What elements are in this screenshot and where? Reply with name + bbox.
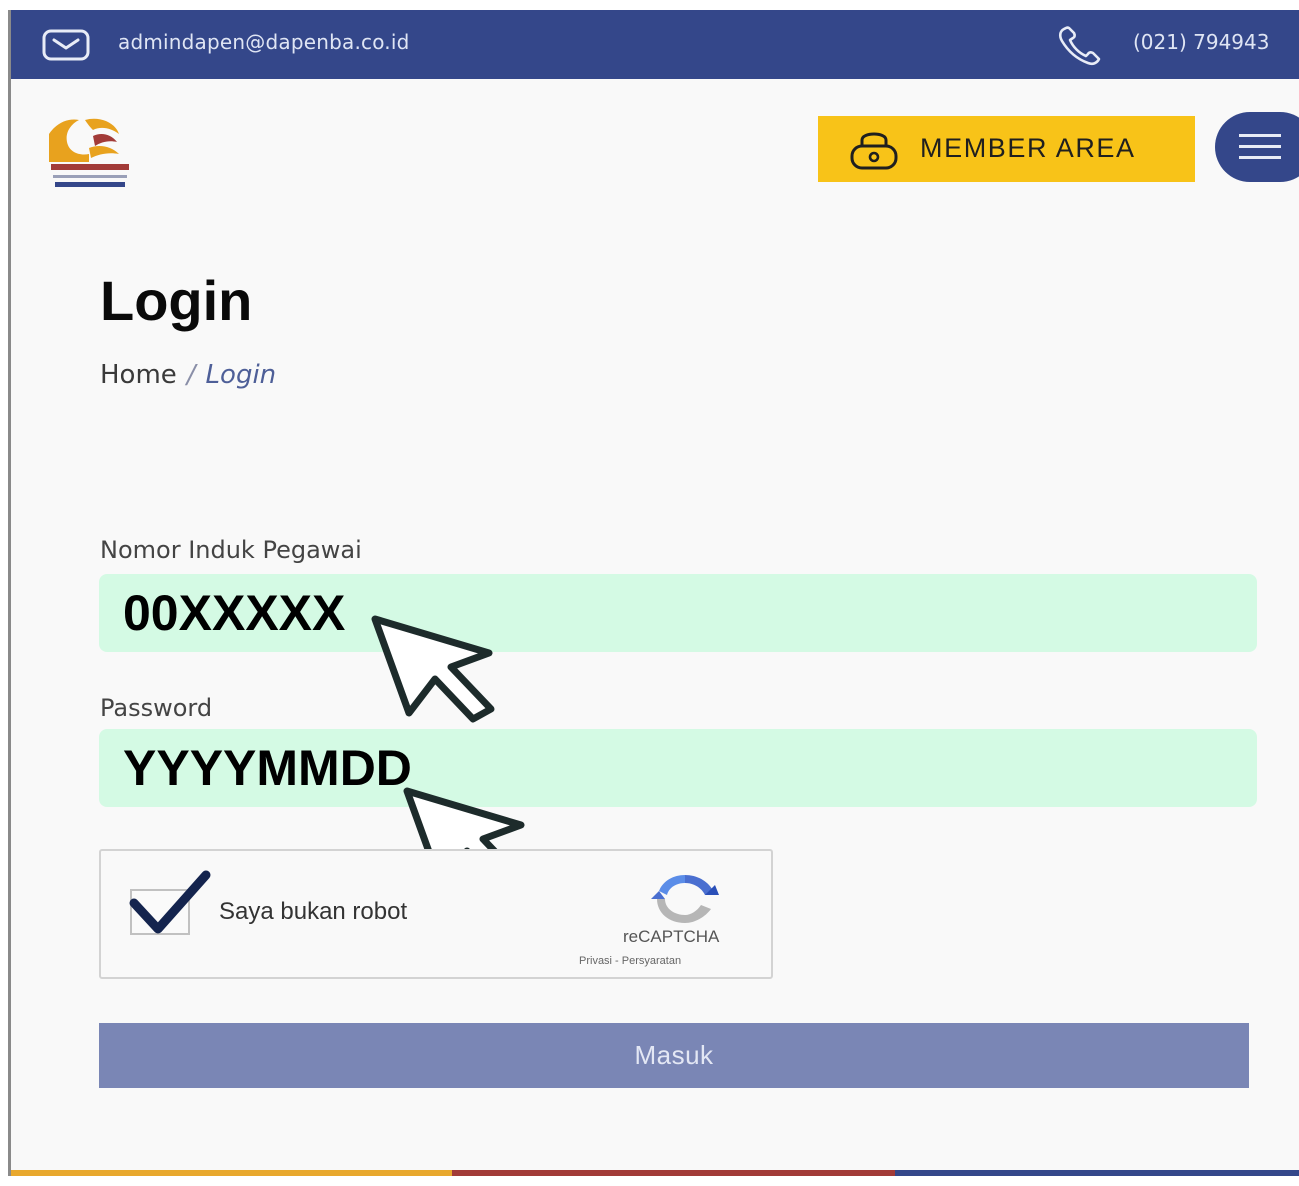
submit-button[interactable]: Masuk <box>99 1023 1249 1088</box>
checkmark-icon <box>129 870 211 934</box>
window-top-edge <box>0 0 1299 10</box>
footer-stripe-blue <box>895 1170 1299 1176</box>
nip-input-value: 00XXXXX <box>123 585 346 641</box>
contact-phone-link[interactable]: (021) 794943 <box>1133 30 1269 54</box>
recaptcha-brand: reCAPTCHA <box>623 927 720 946</box>
password-label: Password <box>100 694 213 722</box>
page-title: Login <box>100 269 253 332</box>
recaptcha-label: Saya bukan robot <box>219 898 408 925</box>
breadcrumb-home-link[interactable]: Home <box>100 360 177 390</box>
menu-button[interactable] <box>1215 112 1299 182</box>
password-input[interactable]: YYYYMMDD <box>99 729 1257 807</box>
lock-icon <box>850 132 898 170</box>
breadcrumb-separator: / <box>186 360 196 390</box>
breadcrumb: Home / Login <box>100 360 276 390</box>
contact-bar: admindapen@dapenba.co.id (021) 794943 <box>11 10 1299 79</box>
nip-label: Nomor Induk Pegawai <box>100 536 362 564</box>
breadcrumb-current: Login <box>205 360 277 390</box>
recaptcha-logo-icon <box>651 875 719 923</box>
footer-stripe-red <box>452 1170 895 1176</box>
hamburger-icon <box>1239 134 1281 159</box>
member-area-button[interactable]: MEMBER AREA <box>818 116 1195 182</box>
submit-label: Masuk <box>634 1040 714 1070</box>
dapenba-logo[interactable] <box>45 112 135 192</box>
recaptcha-privacy-links[interactable]: Privasi - Persyaratan <box>579 955 681 967</box>
footer-stripe-yellow <box>11 1170 452 1176</box>
mail-icon[interactable] <box>42 29 90 61</box>
member-area-label: MEMBER AREA <box>920 133 1136 163</box>
recaptcha-widget: Saya bukan robot reCAPTCHA Privasi - Per… <box>99 849 773 979</box>
password-input-value: YYYYMMDD <box>123 740 412 796</box>
phone-icon[interactable] <box>1055 24 1105 66</box>
login-page: admindapen@dapenba.co.id (021) 794943 ME… <box>11 10 1299 1176</box>
contact-email-link[interactable]: admindapen@dapenba.co.id <box>118 30 410 54</box>
nip-input[interactable]: 00XXXXX <box>99 574 1257 652</box>
